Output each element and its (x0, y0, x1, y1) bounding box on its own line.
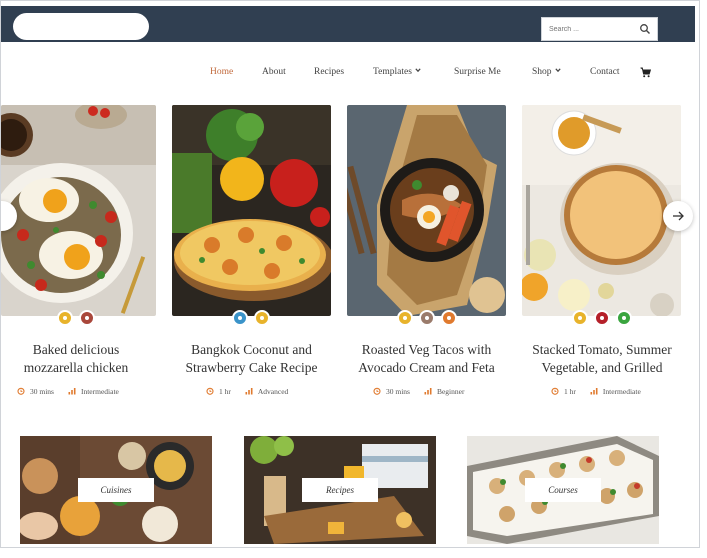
card-4-tags (572, 310, 632, 326)
recipe-meta-1: 30 mins Intermediate (17, 385, 119, 397)
diet-tag-icon[interactable] (57, 310, 73, 326)
recipe-image-2[interactable] (172, 105, 331, 316)
recipe-meta-2: 1 hr Advanced (206, 385, 288, 397)
nav-shop[interactable]: Shop (532, 67, 561, 77)
vegan-tag-icon[interactable] (616, 310, 632, 326)
difficulty-icon (590, 388, 598, 395)
recipe-title-3[interactable]: Roasted Veg Tacos with Avocado Cream and… (347, 341, 506, 377)
recipe-title-2[interactable]: Bangkok Coconut and Strawberry Cake Reci… (172, 341, 331, 377)
difficulty-icon (424, 388, 432, 395)
diet-tag-icon[interactable] (441, 310, 457, 326)
difficulty-level: Advanced (257, 386, 289, 396)
nav-contact[interactable]: Contact (590, 67, 620, 77)
category-label-courses[interactable]: Courses (525, 478, 601, 502)
card-3-tags (397, 310, 457, 326)
site-logo[interactable] (13, 13, 149, 40)
recipe-meta-3: 30 mins Beginner (373, 385, 464, 397)
cook-time: 1 hr (219, 386, 231, 396)
category-label-recipes[interactable]: Recipes (302, 478, 378, 502)
difficulty-icon (245, 388, 253, 395)
card-1-tags (57, 310, 95, 326)
clock-icon (206, 387, 214, 395)
page: Home About Recipes Templates Surprise Me… (0, 0, 700, 548)
nav-templates-label: Templates (373, 67, 412, 77)
clock-icon (551, 387, 559, 395)
nav-about[interactable]: About (262, 67, 286, 77)
diet-tag-icon[interactable] (594, 310, 610, 326)
difficulty-level: Intermediate (602, 386, 641, 396)
recipe-image-3[interactable] (347, 105, 506, 316)
difficulty-level: Intermediate (80, 386, 119, 396)
arrow-right-icon (673, 211, 684, 221)
search-icon[interactable] (639, 23, 651, 35)
nav-recipes[interactable]: Recipes (314, 67, 344, 77)
nav-home[interactable]: Home (210, 67, 233, 77)
category-tile-cuisines[interactable]: Cuisines (20, 436, 212, 544)
info-tag-icon[interactable] (232, 310, 248, 326)
cook-time: 1 hr (564, 386, 576, 396)
difficulty-icon (68, 388, 76, 395)
chevron-down-icon (415, 68, 421, 73)
recipe-meta-4: 1 hr Intermediate (551, 385, 641, 397)
cook-time: 30 mins (386, 386, 410, 396)
clock-icon (373, 387, 381, 395)
top-bar (1, 6, 695, 42)
diet-tag-icon[interactable] (572, 310, 588, 326)
recipe-image-1[interactable] (1, 105, 156, 316)
recipe-title-1[interactable]: Baked delicious mozzarella chicken (1, 341, 151, 377)
main-nav: Home About Recipes Templates Surprise Me… (1, 67, 695, 81)
chevron-down-icon (554, 68, 561, 73)
diet-tag-icon[interactable] (254, 310, 270, 326)
nav-shop-label: Shop (532, 67, 552, 77)
difficulty-level: Beginner (436, 386, 465, 396)
carousel-next-button[interactable] (663, 201, 693, 231)
recipe-title-4[interactable]: Stacked Tomato, Summer Vegetable, and Gr… (517, 341, 687, 377)
clock-icon (17, 387, 25, 395)
recipe-image-4[interactable] (522, 105, 681, 316)
search-box (541, 17, 658, 41)
diet-tag-icon[interactable] (79, 310, 95, 326)
category-tile-courses[interactable]: Courses (467, 436, 659, 544)
diet-tag-icon[interactable] (397, 310, 413, 326)
cook-time: 30 mins (30, 386, 54, 396)
category-label-cuisines[interactable]: Cuisines (78, 478, 154, 502)
nav-templates[interactable]: Templates (373, 67, 421, 77)
category-tile-recipes[interactable]: Recipes (244, 436, 436, 544)
card-2-tags (232, 310, 270, 326)
nav-surprise-me[interactable]: Surprise Me (454, 67, 501, 77)
diet-tag-icon[interactable] (419, 310, 435, 326)
cart-icon[interactable] (640, 67, 651, 78)
search-input[interactable] (542, 18, 637, 40)
